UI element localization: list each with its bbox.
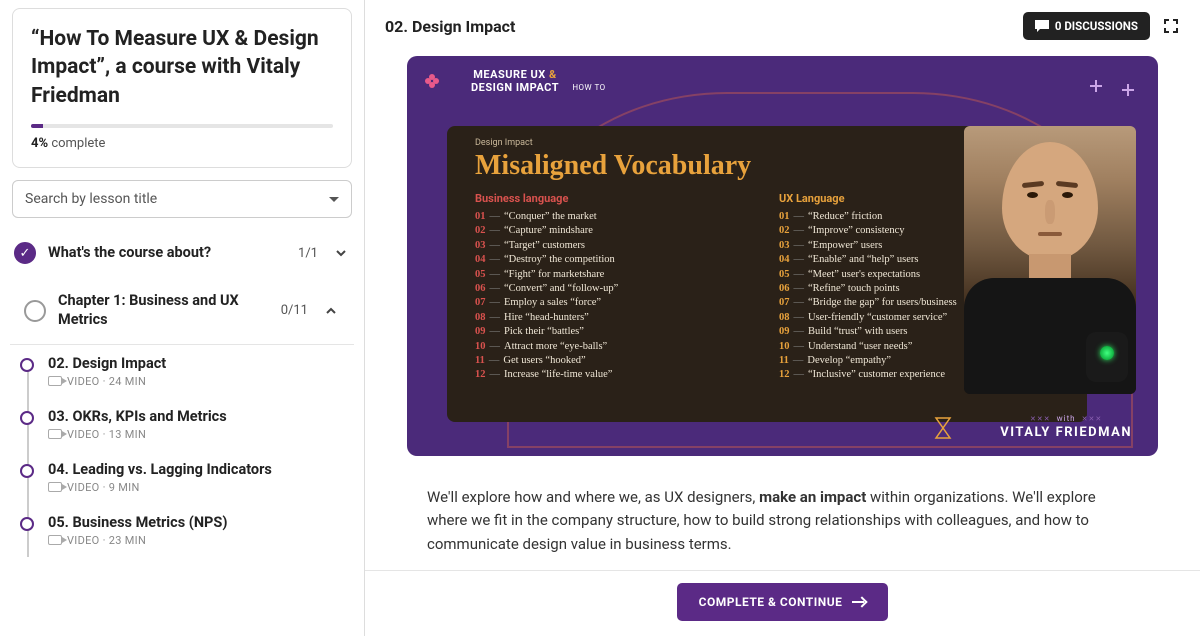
lesson-status-icon (20, 464, 34, 478)
video-icon (48, 535, 62, 545)
progress-label: 4% complete (31, 136, 333, 151)
lesson-title: 02. Design Impact (48, 355, 348, 372)
lesson-status-icon (20, 411, 34, 425)
chevron-down-icon (334, 246, 348, 260)
lesson-meta: VIDEO · 24 MIN (48, 375, 348, 388)
sidebar: “How To Measure UX & Design Impact”, a c… (0, 0, 365, 636)
lesson-status-icon (20, 358, 34, 372)
section-count: 1/1 (298, 246, 318, 261)
presenter-video (964, 126, 1136, 394)
status-empty-icon (24, 300, 46, 322)
flower-icon (425, 74, 439, 88)
lesson-description: We'll explore how and where we, as UX de… (365, 456, 1200, 570)
lesson-item[interactable]: 03. OKRs, KPIs and Metrics VIDEO · 13 MI… (20, 398, 364, 451)
main-header: 02. Design Impact 0 DISCUSSIONS (365, 0, 1200, 56)
section-count: 0/11 (281, 303, 308, 318)
lesson-item[interactable]: 04. Leading vs. Lagging Indicators VIDEO… (20, 451, 364, 504)
video-icon (48, 376, 62, 386)
search-input[interactable]: Search by lesson title (12, 180, 352, 218)
lesson-meta: VIDEO · 13 MIN (48, 428, 348, 441)
status-done-icon: ✓ (14, 242, 36, 264)
video-slide[interactable]: HOW TO MEASURE UX & DESIGN IMPACT Design… (407, 56, 1158, 456)
section-title: What's the course about? (48, 244, 286, 263)
lesson-title: 03. OKRs, KPIs and Metrics (48, 408, 348, 425)
fullscreen-button[interactable] (1162, 17, 1180, 35)
lesson-status-icon (20, 517, 34, 531)
chat-icon (1035, 20, 1049, 32)
slide-tag: HOW TO MEASURE UX & DESIGN IMPACT (471, 68, 559, 94)
page-title: 02. Design Impact (385, 17, 1011, 36)
section-title: Chapter 1: Business and UX Metrics (58, 292, 269, 330)
lesson-item[interactable]: 02. Design Impact VIDEO · 24 MIN (20, 345, 364, 398)
course-title: “How To Measure UX & Design Impact”, a c… (31, 25, 333, 110)
lesson-list: 02. Design Impact VIDEO · 24 MIN 03. OKR… (0, 345, 364, 557)
lesson-title: 04. Leading vs. Lagging Indicators (48, 461, 348, 478)
video-icon (48, 482, 62, 492)
main-content: 02. Design Impact 0 DISCUSSIONS HOW TO M… (365, 0, 1200, 636)
discussions-button[interactable]: 0 DISCUSSIONS (1023, 12, 1150, 40)
section-row-chapter1[interactable]: Chapter 1: Business and UX Metrics 0/11 (10, 278, 354, 345)
arrow-right-icon (852, 597, 866, 607)
slide-credit: with VITALY FRIEDMAN (1000, 414, 1132, 440)
section-row-intro[interactable]: ✓ What's the course about? 1/1 (0, 228, 364, 278)
sparkle-icon (1122, 84, 1134, 96)
sparkle-icon (1090, 80, 1102, 92)
lesson-meta: VIDEO · 9 MIN (48, 481, 348, 494)
progress-bar (31, 124, 333, 128)
video-icon (48, 429, 62, 439)
lesson-meta: VIDEO · 23 MIN (48, 534, 348, 547)
chevron-down-icon (329, 197, 339, 202)
hourglass-icon (934, 416, 952, 440)
column-header: Business language (475, 192, 755, 205)
complete-continue-button[interactable]: COMPLETE & CONTINUE (677, 583, 889, 621)
search-placeholder: Search by lesson title (25, 191, 157, 207)
lesson-item[interactable]: 05. Business Metrics (NPS) VIDEO · 23 MI… (20, 504, 364, 557)
business-column: Business language 01—“Conquer” the marke… (475, 192, 755, 384)
footer-bar: COMPLETE & CONTINUE (365, 570, 1200, 633)
course-header-card: “How To Measure UX & Design Impact”, a c… (12, 8, 352, 168)
chevron-up-icon (324, 304, 338, 318)
lesson-title: 05. Business Metrics (NPS) (48, 514, 348, 531)
